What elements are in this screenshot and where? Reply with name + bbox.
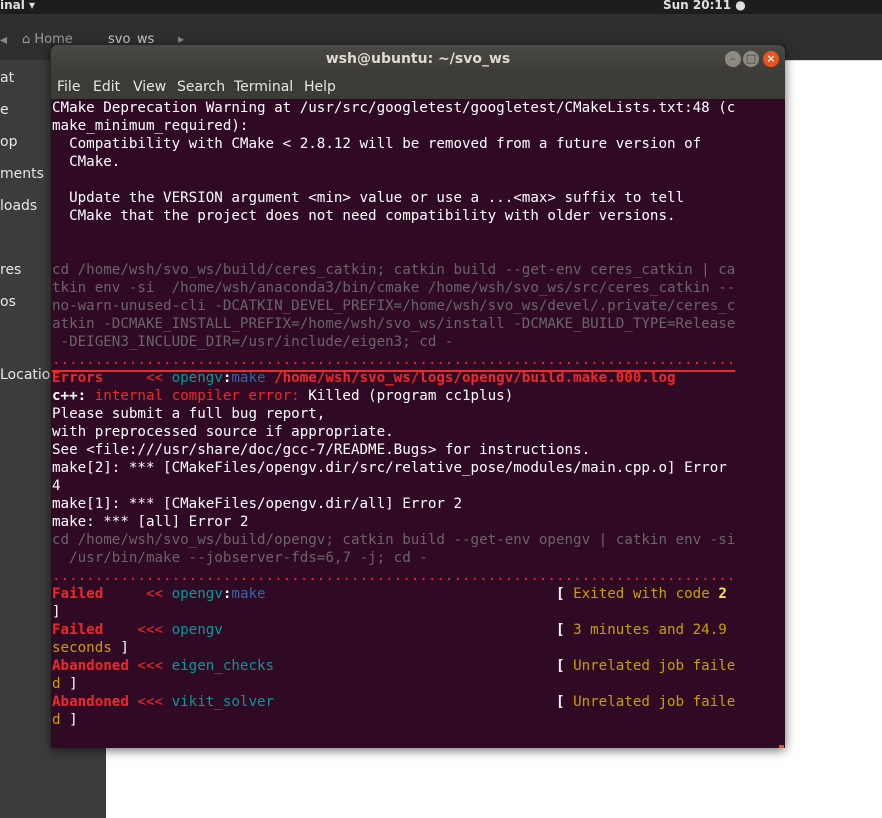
- terminal-line: CMake.: [52, 154, 121, 170]
- sidebar-item[interactable]: op: [0, 134, 17, 150]
- terminal-line: 4: [52, 478, 61, 494]
- terminal-line: Compatibility with CMake < 2.8.12 will b…: [52, 136, 702, 152]
- forward-icon[interactable]: ▸: [178, 32, 184, 46]
- terminal-line: Abandoned <<< vikit_solver [ Unrelated j…: [52, 694, 736, 710]
- menu-help[interactable]: Help: [304, 79, 336, 95]
- terminal-line: Please submit a full bug report,: [52, 406, 326, 422]
- terminal-line: -DEIGEN3_INCLUDE_DIR=/usr/include/eigen3…: [52, 334, 454, 350]
- terminal-line: cd /home/wsh/svo_ws/build/opengv; catkin…: [52, 532, 736, 548]
- sidebar-item[interactable]: res: [0, 262, 21, 278]
- menu-search[interactable]: Search: [177, 79, 225, 95]
- sidebar-item[interactable]: e: [0, 102, 9, 118]
- close-button[interactable]: ×: [763, 51, 779, 67]
- terminal-line: tkin env -si /home/wsh/anaconda3/bin/cma…: [52, 280, 736, 296]
- app-menu[interactable]: inal ▾: [0, 0, 35, 12]
- maximize-button[interactable]: □: [743, 51, 759, 67]
- sidebar-item-other-locations[interactable]: Locatio: [0, 367, 50, 383]
- terminal-line: See <file:///usr/share/doc/gcc-7/README.…: [52, 442, 591, 458]
- terminal-window: wsh@ubuntu: ~/svo_ws – □ × File Edit Vie…: [51, 45, 785, 748]
- minimize-button[interactable]: –: [725, 51, 741, 67]
- top-bar: inal ▾ Sun 20:11 ●: [0, 0, 882, 14]
- clock[interactable]: Sun 20:11 ●: [663, 0, 746, 12]
- menu-edit[interactable]: Edit: [93, 79, 120, 95]
- menu-view[interactable]: View: [133, 79, 166, 95]
- terminal-line: CMake that the project does not need com…: [52, 208, 676, 224]
- menu-terminal[interactable]: Terminal: [234, 79, 293, 95]
- terminal-line: ........................................…: [52, 351, 736, 372]
- terminal-line: cd /home/wsh/svo_ws/build/ceres_catkin; …: [52, 262, 736, 278]
- menu-file[interactable]: File: [57, 79, 80, 95]
- terminal-line: /usr/bin/make --jobserver-fds=6,7 -j; cd…: [52, 550, 428, 566]
- terminal-line: make[2]: *** [CMakeFiles/opengv.dir/src/…: [52, 460, 727, 476]
- terminal-line: d ]: [52, 712, 78, 728]
- terminal-lines: CMake Deprecation Warning at /usr/src/go…: [52, 99, 736, 729]
- terminal-line: Update the VERSION argument <min> value …: [52, 190, 685, 206]
- terminal-line: Failed <<< opengv [ 3 minutes and 24.9: [52, 622, 727, 638]
- terminal-line: atkin -DCMAKE_INSTALL_PREFIX=/home/wsh/s…: [52, 316, 736, 332]
- back-icon[interactable]: ◂: [0, 32, 7, 48]
- terminal-line: d ]: [52, 676, 78, 692]
- terminal-line: seconds ]: [52, 640, 129, 656]
- terminal-line: Errors << opengv:make /home/wsh/svo_ws/l…: [52, 370, 676, 386]
- terminal-line: ]: [52, 604, 61, 620]
- terminal-line: make_minimum_required):: [52, 118, 249, 134]
- terminal-line: ........................................…: [52, 568, 736, 584]
- sidebar-item[interactable]: at: [0, 70, 14, 86]
- terminal-output[interactable]: CMake Deprecation Warning at /usr/src/go…: [51, 99, 785, 748]
- sidebar-item[interactable]: os: [0, 294, 16, 310]
- terminal-line: make: *** [all] Error 2: [52, 514, 249, 530]
- terminal-titlebar[interactable]: wsh@ubuntu: ~/svo_ws – □ ×: [51, 45, 785, 75]
- sidebar-item[interactable]: loads: [0, 198, 37, 214]
- terminal-line: Abandoned <<< eigen_checks [ Unrelated j…: [52, 658, 736, 674]
- terminal-line: Failed << opengv:make [ Exited with code…: [52, 586, 727, 602]
- terminal-line: make[1]: *** [CMakeFiles/opengv.dir/all]…: [52, 496, 462, 512]
- terminal-line: no-warn-unused-cli -DCATKIN_DEVEL_PREFIX…: [52, 298, 736, 314]
- sidebar-item[interactable]: ments: [0, 166, 44, 182]
- terminal-line: c++: internal compiler error: Killed (pr…: [52, 388, 514, 404]
- window-title: wsh@ubuntu: ~/svo_ws: [325, 51, 511, 67]
- terminal-line: with preprocessed source if appropriate.: [52, 424, 394, 440]
- terminal-menubar: File Edit View Search Terminal Help: [51, 75, 785, 99]
- terminal-line: CMake Deprecation Warning at /usr/src/go…: [52, 100, 736, 116]
- scrollbar-thumb[interactable]: [779, 745, 784, 748]
